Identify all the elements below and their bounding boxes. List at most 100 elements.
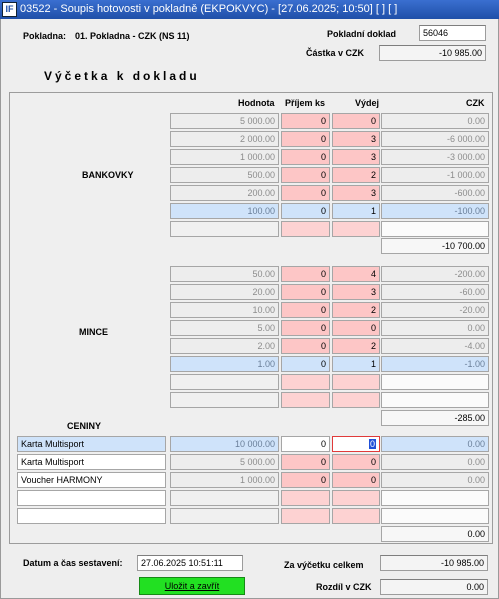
rozdil-label: Rozdíl v CZK bbox=[316, 582, 372, 592]
mince-hodnota: 2.00 bbox=[170, 338, 279, 354]
datum-label: Datum a čas sestavení: bbox=[23, 558, 123, 568]
mince-prijem-empty[interactable] bbox=[281, 374, 330, 390]
castka-field: -10 985.00 bbox=[379, 45, 486, 61]
mince-vydej-input[interactable]: 4 bbox=[332, 266, 380, 282]
mince-prijem-input[interactable]: 0 bbox=[281, 266, 330, 282]
bankovky-prijem-input[interactable]: 0 bbox=[281, 131, 330, 147]
bankovky-vydej-input[interactable]: 0 bbox=[332, 113, 380, 129]
ceniny-hodnota: 10 000.00 bbox=[170, 436, 279, 452]
bankovky-czk: 0.00 bbox=[381, 113, 489, 129]
bankovky-czk: -600.00 bbox=[381, 185, 489, 201]
mince-vydej-empty[interactable] bbox=[332, 392, 380, 408]
mince-prijem-input[interactable]: 0 bbox=[281, 356, 330, 372]
ceniny-hodnota: 1 000.00 bbox=[170, 472, 279, 488]
bankovky-czk: -6 000.00 bbox=[381, 131, 489, 147]
mince-prijem-input[interactable]: 0 bbox=[281, 284, 330, 300]
rozdil-field: 0.00 bbox=[380, 579, 488, 595]
mince-hodnota-empty[interactable] bbox=[170, 392, 279, 408]
ceniny-nazev-empty[interactable] bbox=[17, 508, 166, 524]
mince-prijem-empty[interactable] bbox=[281, 392, 330, 408]
mince-czk-empty bbox=[381, 392, 489, 408]
ceniny-nazev-empty[interactable] bbox=[17, 490, 166, 506]
bankovky-vydej-input[interactable]: 1 bbox=[332, 203, 380, 219]
bankovky-prijem-input[interactable]: 0 bbox=[281, 113, 330, 129]
bankovky-hodnota: 1 000.00 bbox=[170, 149, 279, 165]
ceniny-prijem-empty[interactable] bbox=[281, 508, 330, 524]
bankovky-czk: -100.00 bbox=[381, 203, 489, 219]
mince-prijem-input[interactable]: 0 bbox=[281, 302, 330, 318]
ceniny-total: 0.00 bbox=[381, 526, 489, 542]
bankovky-prijem-empty[interactable] bbox=[281, 221, 330, 237]
ceniny-hodnota-empty[interactable] bbox=[170, 490, 279, 506]
celkem-field: -10 985.00 bbox=[380, 555, 488, 571]
pokladni-doklad-field[interactable]: 56046 bbox=[419, 25, 486, 41]
pokladni-doklad-label: Pokladní doklad bbox=[327, 29, 397, 39]
ceniny-czk: 0.00 bbox=[381, 472, 489, 488]
mince-czk-empty bbox=[381, 374, 489, 390]
ceniny-prijem-input[interactable]: 0 bbox=[281, 472, 330, 488]
bankovky-czk: -1 000.00 bbox=[381, 167, 489, 183]
ceniny-czk: 0.00 bbox=[381, 454, 489, 470]
column-vydej: Výdej bbox=[355, 98, 380, 108]
bankovky-vydej-empty[interactable] bbox=[332, 221, 380, 237]
bankovky-vydej-input[interactable]: 3 bbox=[332, 131, 380, 147]
castka-label: Částka v CZK bbox=[306, 48, 365, 58]
bankovky-vydej-input[interactable]: 3 bbox=[332, 185, 380, 201]
ceniny-vydej-empty[interactable] bbox=[332, 490, 380, 506]
bankovky-hodnota: 500.00 bbox=[170, 167, 279, 183]
mince-vydej-input[interactable]: 0 bbox=[332, 320, 380, 336]
ceniny-label: CENINY bbox=[67, 421, 102, 431]
mince-hodnota-empty[interactable] bbox=[170, 374, 279, 390]
ceniny-hodnota-empty[interactable] bbox=[170, 508, 279, 524]
pokladna-value: 01. Pokladna - CZK (NS 11) bbox=[75, 31, 190, 41]
ceniny-vydej-input[interactable]: 0 bbox=[332, 472, 380, 488]
ceniny-nazev[interactable]: Karta Multisport bbox=[17, 436, 166, 452]
ceniny-vydej-empty[interactable] bbox=[332, 508, 380, 524]
window-title: 03522 - Soupis hotovosti v pokladně (EKP… bbox=[20, 3, 398, 15]
mince-hodnota: 5.00 bbox=[170, 320, 279, 336]
celkem-label: Za výčetku celkem bbox=[284, 560, 364, 570]
ceniny-prijem-input[interactable]: 0 bbox=[281, 436, 330, 452]
window-titlebar: IF 03522 - Soupis hotovosti v pokladně (… bbox=[0, 0, 499, 19]
bankovky-czk: -3 000.00 bbox=[381, 149, 489, 165]
mince-hodnota: 10.00 bbox=[170, 302, 279, 318]
bankovky-prijem-input[interactable]: 0 bbox=[281, 203, 330, 219]
mince-vydej-input[interactable]: 3 bbox=[332, 284, 380, 300]
bankovky-hodnota: 5 000.00 bbox=[170, 113, 279, 129]
bankovky-vydej-input[interactable]: 2 bbox=[332, 167, 380, 183]
mince-hodnota: 50.00 bbox=[170, 266, 279, 282]
mince-label: MINCE bbox=[79, 327, 108, 337]
app-logo-icon: IF bbox=[2, 2, 17, 17]
bankovky-hodnota: 200.00 bbox=[170, 185, 279, 201]
ceniny-czk-empty bbox=[381, 508, 489, 524]
bankovky-czk-empty bbox=[381, 221, 489, 237]
mince-vydej-input[interactable]: 2 bbox=[332, 338, 380, 354]
bankovky-hodnota: 100.00 bbox=[170, 203, 279, 219]
column-prijem: Příjem ks bbox=[285, 98, 326, 108]
bankovky-prijem-input[interactable]: 0 bbox=[281, 185, 330, 201]
mince-czk: -60.00 bbox=[381, 284, 489, 300]
bankovky-prijem-input[interactable]: 0 bbox=[281, 149, 330, 165]
mince-vydej-input[interactable]: 1 bbox=[332, 356, 380, 372]
ceniny-czk: 0.00 bbox=[381, 436, 489, 452]
ceniny-prijem-input[interactable]: 0 bbox=[281, 454, 330, 470]
ceniny-vydej-input-active[interactable]: 0 bbox=[332, 436, 380, 452]
bankovky-prijem-input[interactable]: 0 bbox=[281, 167, 330, 183]
save-and-close-button[interactable]: Uložit a zavřít bbox=[139, 577, 245, 595]
mince-prijem-input[interactable]: 0 bbox=[281, 338, 330, 354]
mince-vydej-empty[interactable] bbox=[332, 374, 380, 390]
pokladna-label: Pokladna: bbox=[23, 31, 67, 41]
column-hodnota: Hodnota bbox=[238, 98, 275, 108]
mince-prijem-input[interactable]: 0 bbox=[281, 320, 330, 336]
bankovky-total: -10 700.00 bbox=[381, 238, 489, 254]
datum-field[interactable]: 27.06.2025 10:51:11 bbox=[137, 555, 243, 571]
ceniny-nazev[interactable]: Karta Multisport bbox=[17, 454, 166, 470]
mince-vydej-input[interactable]: 2 bbox=[332, 302, 380, 318]
bankovky-vydej-input[interactable]: 3 bbox=[332, 149, 380, 165]
ceniny-prijem-empty[interactable] bbox=[281, 490, 330, 506]
bankovky-hodnota-empty[interactable] bbox=[170, 221, 279, 237]
ceniny-vydej-input[interactable]: 0 bbox=[332, 454, 380, 470]
section-title: Výčetka k dokladu bbox=[44, 69, 200, 83]
ceniny-nazev[interactable]: Voucher HARMONY bbox=[17, 472, 166, 488]
ceniny-czk-empty bbox=[381, 490, 489, 506]
